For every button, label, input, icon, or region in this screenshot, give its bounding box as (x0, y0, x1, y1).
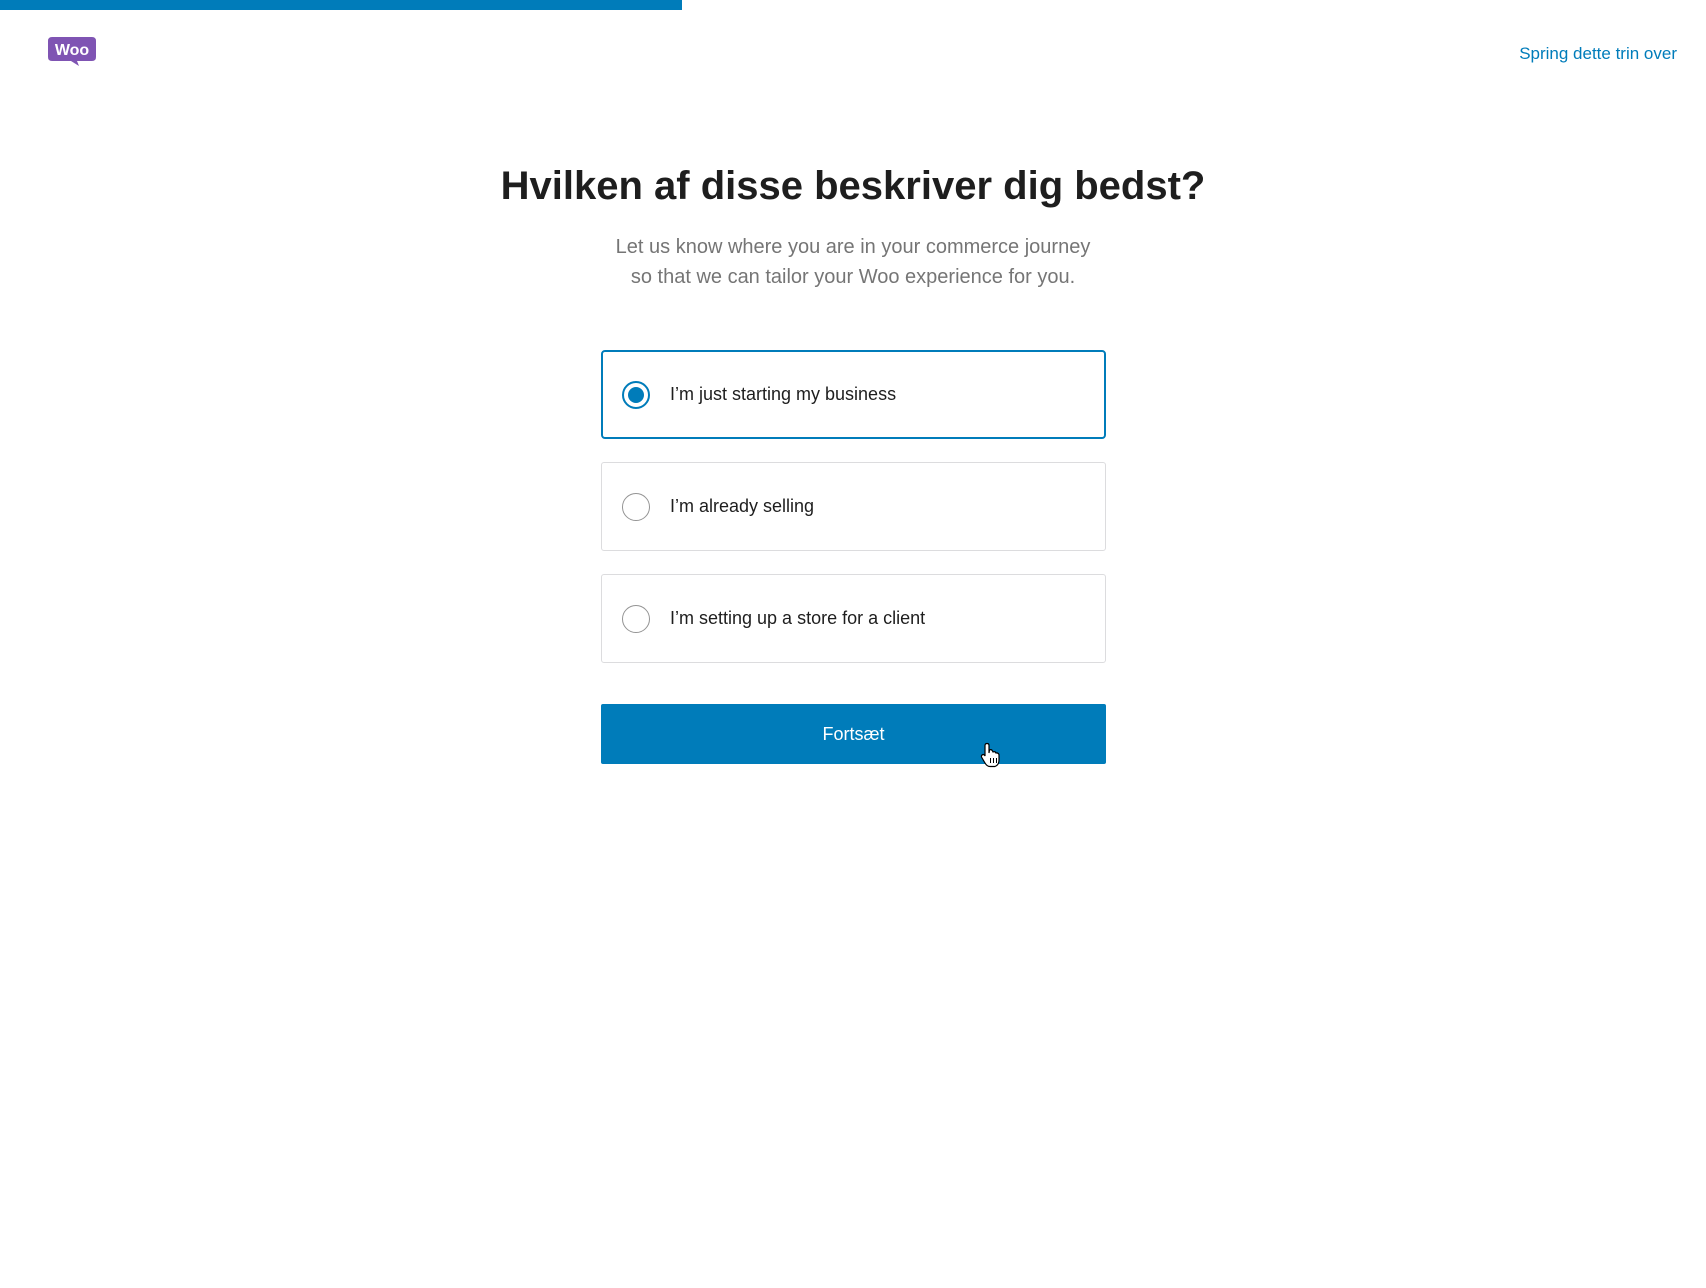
continue-button[interactable]: Fortsæt (601, 704, 1106, 764)
option-store-for-client[interactable]: I’m setting up a store for a client (601, 574, 1106, 663)
option-label: I’m setting up a store for a client (670, 608, 926, 628)
woo-logo-icon: Woo (47, 35, 97, 67)
subtitle-line-1: Let us know where you are in your commer… (615, 236, 1091, 258)
radio-button[interactable] (622, 604, 650, 633)
svg-text:Woo: Woo (55, 42, 90, 59)
option-just-starting[interactable]: I’m just starting my business (601, 350, 1106, 439)
page-title: Hvilken af disse beskriver dig bedst? (500, 164, 1206, 208)
option-label: I’m already selling (670, 496, 815, 516)
page-subtitle: Let us know where you are in your commer… (0, 232, 1706, 292)
radio-button[interactable] (622, 492, 650, 521)
progress-bar (0, 0, 1706, 10)
option-already-selling[interactable]: I’m already selling (601, 462, 1106, 551)
radio-button[interactable] (622, 380, 650, 409)
option-label: I’m just starting my business (670, 384, 897, 404)
business-choice-radio-group: I’m just starting my business I’m alread… (601, 350, 1106, 686)
progress-bar-fill (0, 0, 683, 10)
hand-pointer-icon (980, 742, 1002, 768)
subtitle-line-2: so that we can tailor your Woo experienc… (630, 266, 1076, 288)
skip-step-link[interactable]: Spring dette trin over (1519, 44, 1677, 64)
